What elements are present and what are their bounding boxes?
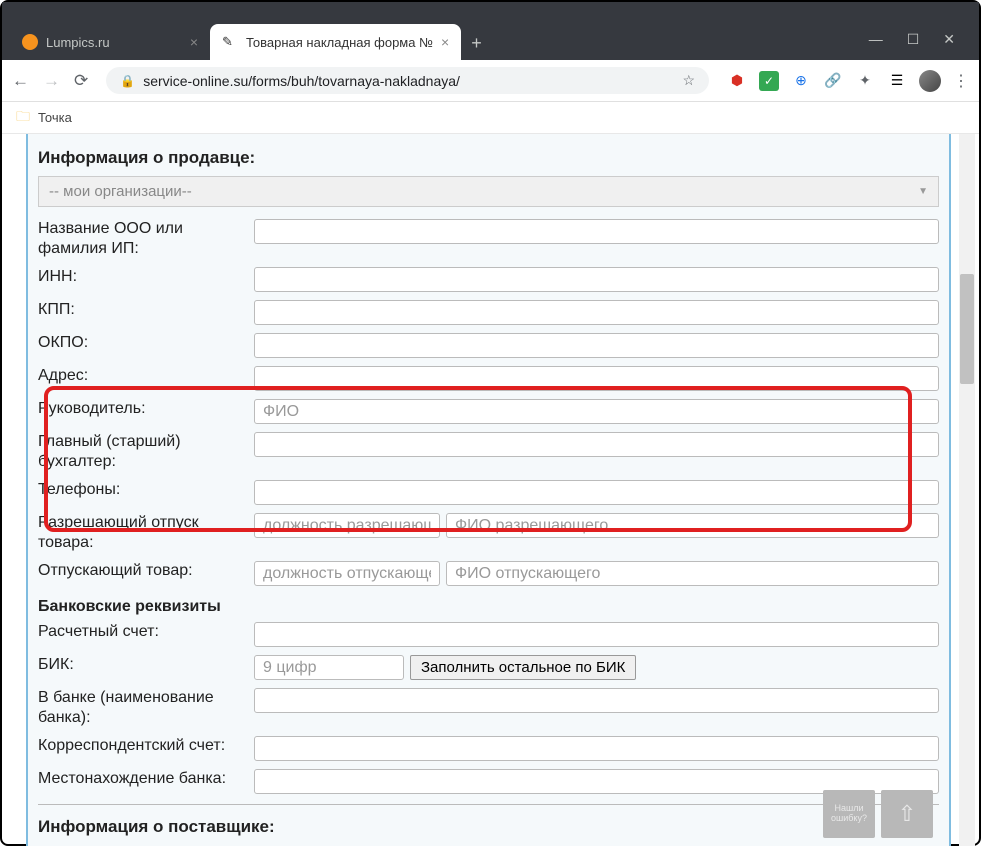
new-tab-button[interactable]: + (461, 27, 492, 60)
tab-lumpics[interactable]: Lumpics.ru × (10, 24, 210, 60)
address-input[interactable] (254, 366, 939, 391)
phones-label: Телефоны: (38, 480, 246, 500)
director-input[interactable] (254, 399, 939, 424)
address-label: Адрес: (38, 366, 246, 386)
back-button[interactable]: ← (12, 71, 29, 91)
bookmark-item[interactable]: Точка (38, 110, 72, 125)
window-controls: — ☐ ✕ (853, 31, 971, 60)
account-input[interactable] (254, 622, 939, 647)
reload-button[interactable]: ⟳ (74, 71, 88, 91)
tab-title: Lumpics.ru (46, 35, 110, 50)
bank-location-label: Местонахождение банка: (38, 769, 246, 789)
folder-icon: 🗀 (16, 106, 30, 130)
auth-fio-input[interactable] (446, 513, 939, 538)
org-name-label: Название ООО или фамилия ИП: (38, 219, 246, 259)
address-bar: ← → ⟳ 🔒 service-online.su/forms/buh/tova… (2, 60, 979, 102)
tab-bar: Lumpics.ru × ✎ Товарная накладная форма … (2, 16, 979, 60)
ext-globe-icon[interactable]: ⊕ (791, 71, 811, 91)
supplier-section-title: Информация о поставщике: (38, 811, 939, 843)
divider (38, 804, 939, 805)
extensions: ⬢ ✓ ⊕ 🔗 ✦ ☰ ⋮ (727, 70, 969, 92)
ext-adblock-icon[interactable]: ⬢ (727, 71, 747, 91)
close-button[interactable]: ✕ (943, 31, 955, 48)
org-name-input[interactable] (254, 219, 939, 244)
menu-button[interactable]: ⋮ (953, 71, 969, 91)
bik-input[interactable] (254, 655, 404, 680)
releaser-label: Отпускающий товар: (38, 561, 246, 581)
maximize-button[interactable]: ☐ (907, 31, 920, 48)
accountant-input[interactable] (254, 432, 939, 457)
page-content: Информация о продавце: -- мои организаци… (2, 134, 979, 846)
phones-input[interactable] (254, 480, 939, 505)
tab-nakladnaya[interactable]: ✎ Товарная накладная форма № × (210, 24, 461, 60)
minimize-button[interactable]: — (869, 31, 883, 48)
releaser-fio-input[interactable] (446, 561, 939, 586)
seller-section-title: Информация о продавце: (38, 142, 939, 174)
my-orgs-dropdown[interactable]: -- мои организации-- ▼ (38, 176, 939, 207)
titlebar (2, 2, 979, 16)
close-icon[interactable]: × (190, 34, 198, 50)
releaser-position-input[interactable] (254, 561, 440, 586)
bik-label: БИК: (38, 655, 246, 675)
bookmark-star-icon[interactable]: ☆ (682, 72, 695, 89)
favicon-icon (22, 34, 38, 50)
extensions-icon[interactable]: ✦ (855, 71, 875, 91)
forward-button[interactable]: → (43, 71, 60, 91)
reading-list-icon[interactable]: ☰ (887, 71, 907, 91)
url-text: service-online.su/forms/buh/tovarnaya-na… (143, 73, 674, 89)
okpo-input[interactable] (254, 333, 939, 358)
scrollbar-thumb[interactable] (960, 274, 974, 384)
close-icon[interactable]: × (441, 34, 449, 50)
favicon-icon: ✎ (222, 34, 238, 50)
dropdown-label: -- мои организации-- (49, 183, 192, 200)
chevron-down-icon: ▼ (918, 186, 928, 197)
scroll-top-button[interactable]: ⇧ (881, 790, 933, 838)
bookmarks-bar: 🗀 Точка (2, 102, 979, 134)
corr-account-label: Корреспондентский счет: (38, 736, 246, 756)
ext-generic-icon[interactable]: 🔗 (823, 71, 843, 91)
fill-by-bik-button[interactable]: Заполнить остальное по БИК (410, 655, 636, 680)
bank-name-input[interactable] (254, 688, 939, 713)
account-label: Расчетный счет: (38, 622, 246, 642)
corr-account-input[interactable] (254, 736, 939, 761)
inn-label: ИНН: (38, 267, 246, 287)
found-error-button[interactable]: Нашли ошибку? (823, 790, 875, 838)
director-label: Руководитель: (38, 399, 246, 419)
ext-check-icon[interactable]: ✓ (759, 71, 779, 91)
url-input[interactable]: 🔒 service-online.su/forms/buh/tovarnaya-… (106, 67, 709, 94)
kpp-label: КПП: (38, 300, 246, 320)
auth-release-label: Разрешающий отпуск товара: (38, 513, 246, 553)
auth-position-input[interactable] (254, 513, 440, 538)
accountant-label: Главный (старший) бухгалтер: (38, 432, 246, 472)
vertical-scrollbar[interactable] (959, 134, 975, 846)
viewport: Информация о продавце: -- мои организаци… (2, 134, 979, 846)
bank-section-title: Банковские реквизиты (38, 590, 939, 618)
tab-title: Товарная накладная форма № (246, 35, 433, 50)
avatar[interactable] (919, 70, 941, 92)
lock-icon: 🔒 (120, 74, 135, 88)
okpo-label: ОКПО: (38, 333, 246, 353)
floating-buttons: Нашли ошибку? ⇧ (823, 790, 933, 838)
kpp-input[interactable] (254, 300, 939, 325)
bank-name-label: В банке (наименование банка): (38, 688, 246, 728)
inn-input[interactable] (254, 267, 939, 292)
